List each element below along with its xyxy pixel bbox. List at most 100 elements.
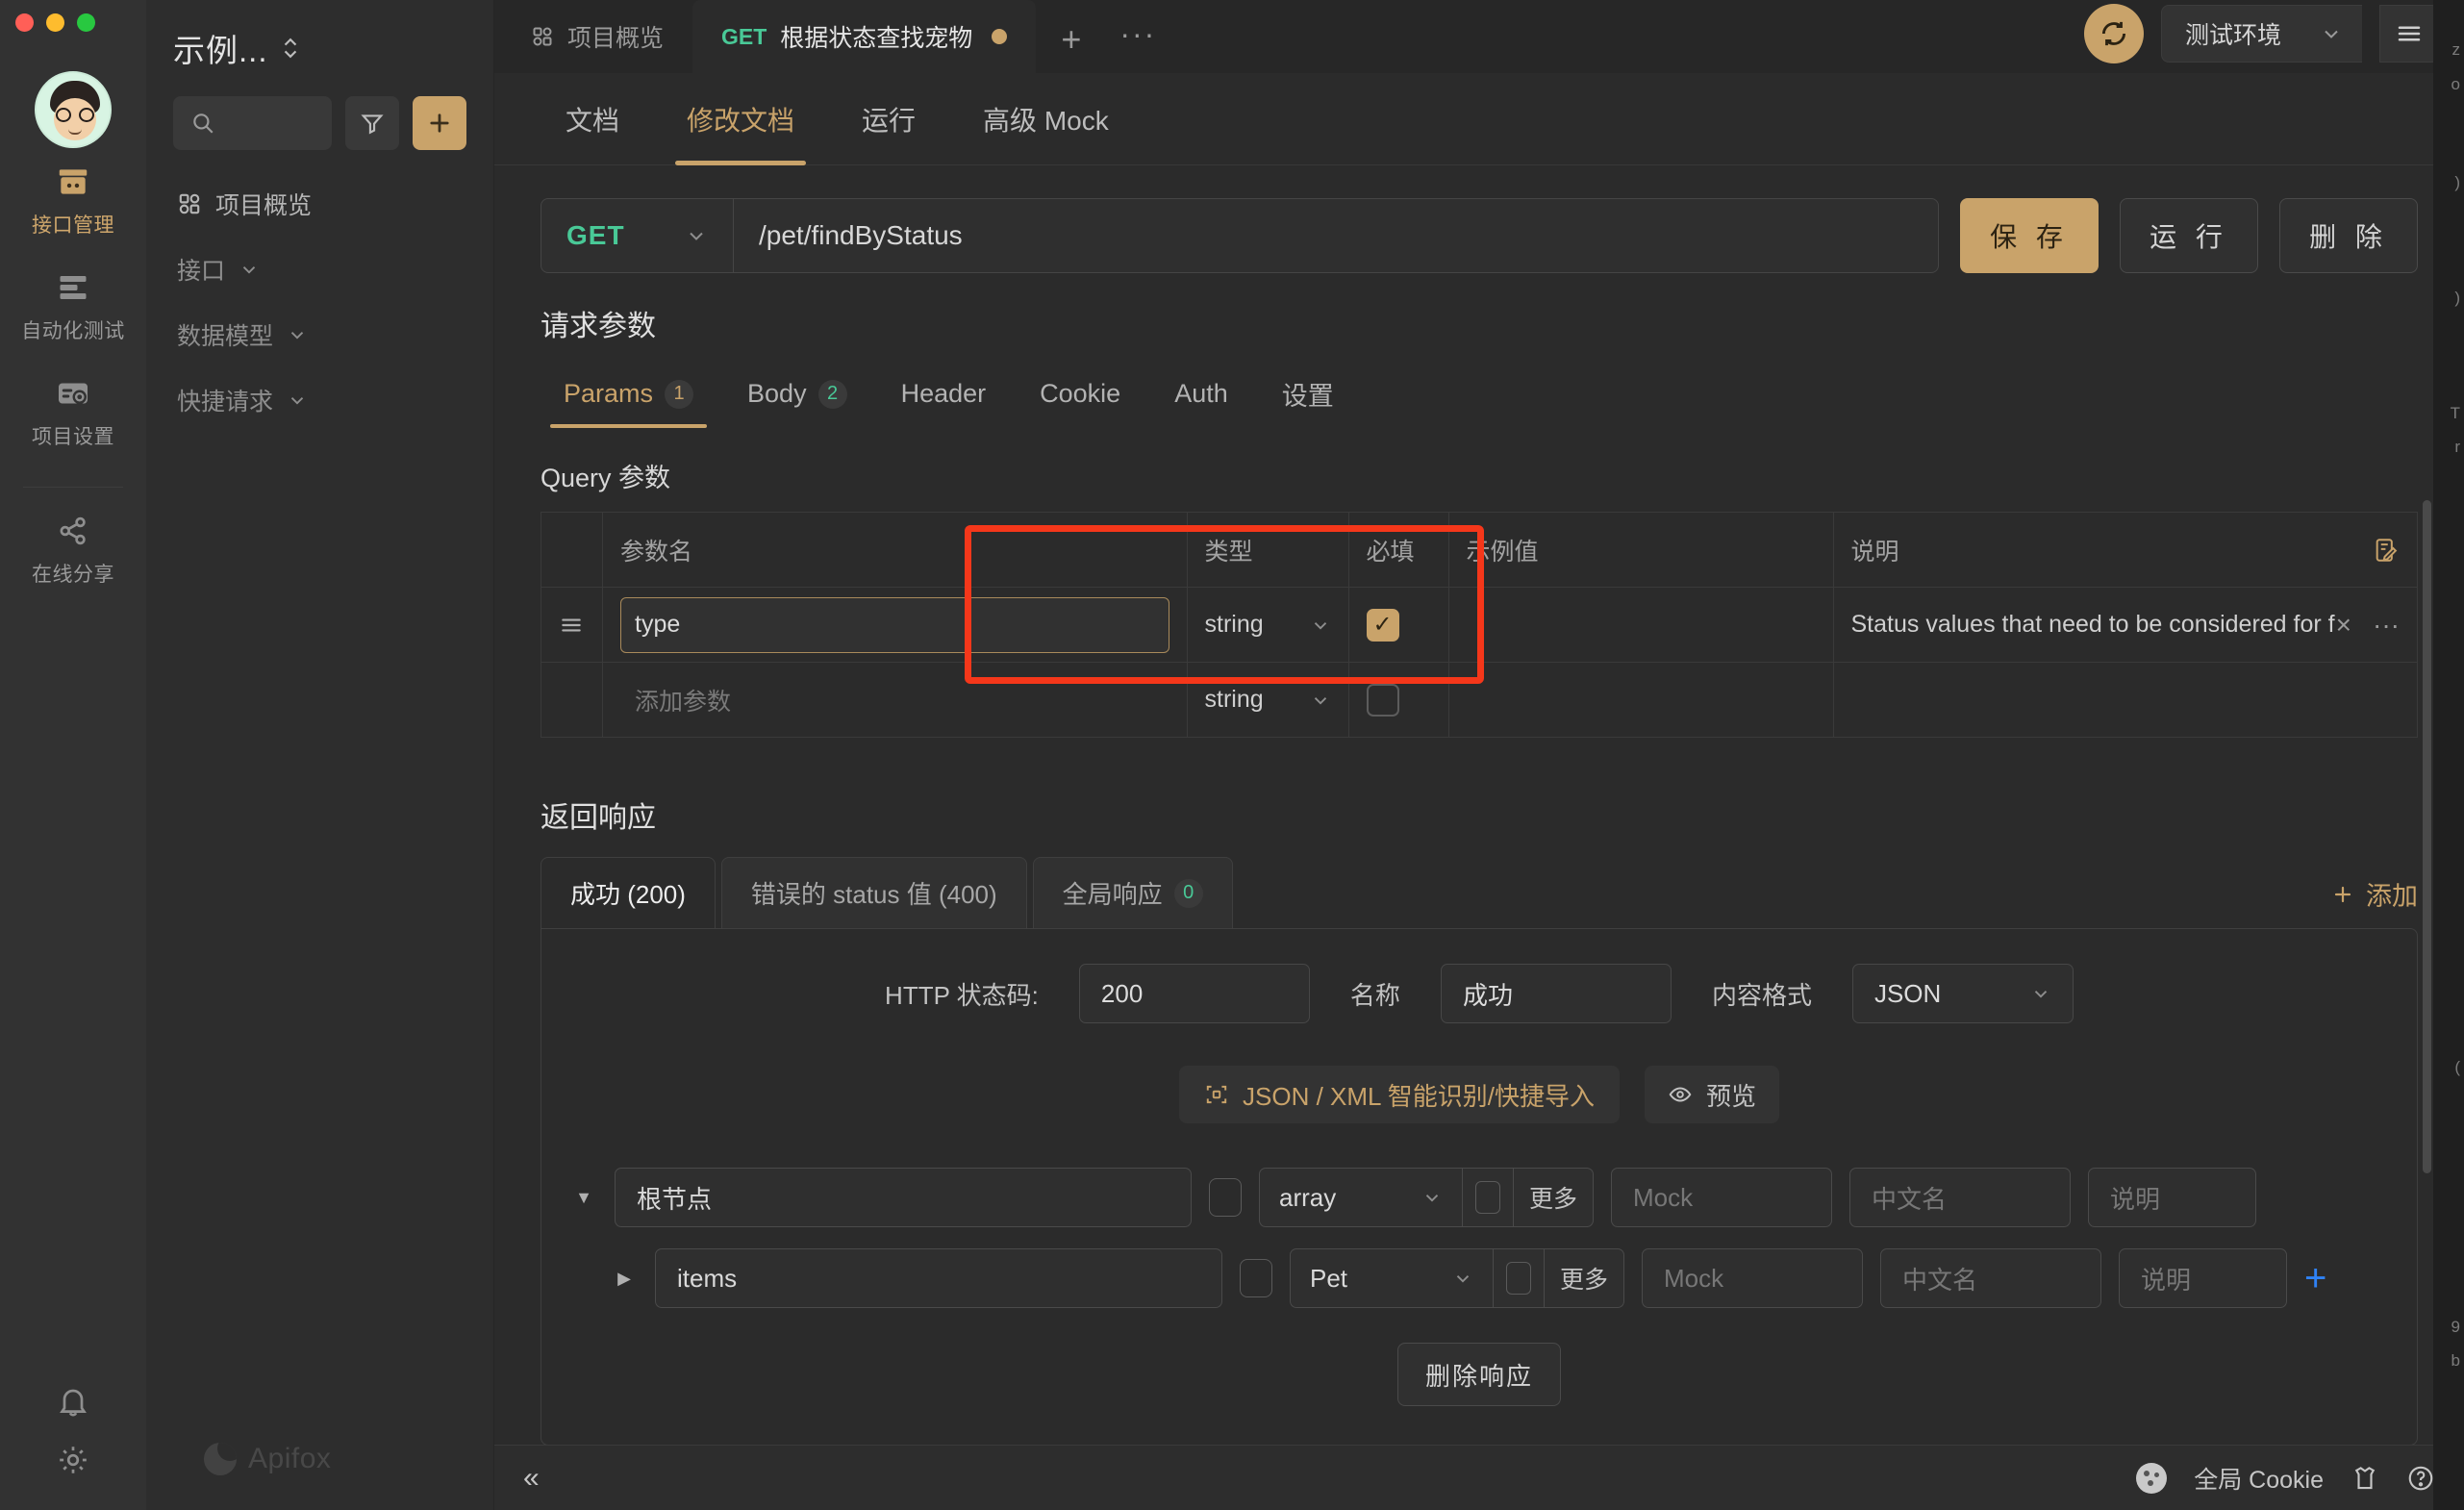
rail-item-project-settings[interactable]: 项目设置: [0, 360, 146, 466]
schema-name-input[interactable]: items: [655, 1248, 1222, 1308]
filter-button[interactable]: [345, 96, 399, 150]
path-input[interactable]: /pet/findByStatus: [734, 220, 1938, 251]
schema-nullable-checkbox[interactable]: [1463, 1169, 1513, 1226]
close-window-button[interactable]: [15, 13, 34, 32]
avatar[interactable]: [35, 71, 112, 148]
gear-icon[interactable]: [56, 1443, 90, 1477]
tab-overflow-button[interactable]: ···: [1106, 16, 1169, 73]
add-button[interactable]: [413, 96, 466, 150]
schema-mock-input[interactable]: Mock: [1611, 1168, 1833, 1227]
table-row[interactable]: type string ✓ Status values that need to…: [541, 587, 2418, 663]
url-field[interactable]: GET /pet/findByStatus: [541, 198, 1939, 273]
tab-edit-document[interactable]: 修改文档: [662, 73, 819, 165]
row-more-button[interactable]: ···: [2373, 610, 2400, 641]
collapse-caret-icon[interactable]: ▶: [611, 1269, 638, 1289]
tab-body[interactable]: Body 2: [724, 362, 870, 428]
add-schema-field-button[interactable]: +: [2304, 1259, 2326, 1297]
schema-cn-name-input[interactable]: 中文名: [1849, 1168, 2072, 1227]
schema-description-input[interactable]: 说明: [2088, 1168, 2257, 1227]
save-button[interactable]: 保 存: [1960, 198, 2099, 273]
table-row[interactable]: 添加参数 string: [541, 662, 2418, 738]
preview-button[interactable]: 预览: [1644, 1066, 1779, 1123]
chevron-down-icon: [1452, 1268, 1473, 1289]
expand-caret-icon[interactable]: ▼: [570, 1188, 597, 1208]
required-checkbox[interactable]: [1366, 683, 1399, 717]
tab-cookie[interactable]: Cookie: [1017, 362, 1144, 428]
status-code-input[interactable]: 200: [1078, 964, 1310, 1023]
maximize-window-button[interactable]: [77, 13, 95, 32]
rail-item-online-share[interactable]: 在线分享: [0, 497, 146, 603]
schema-more-button[interactable]: 更多: [1513, 1169, 1593, 1226]
response-tab-invalid-status-400[interactable]: 错误的 status 值 (400): [720, 857, 1027, 928]
add-response-button[interactable]: 添加: [2331, 875, 2418, 928]
bulk-edit-icon[interactable]: [2373, 537, 2400, 564]
param-name-cell[interactable]: type: [602, 587, 1188, 663]
param-name-cell[interactable]: 添加参数: [602, 662, 1188, 738]
rail-item-api-management[interactable]: 接口管理: [0, 148, 146, 254]
param-name-input[interactable]: 添加参数: [620, 672, 1169, 728]
global-cookie-label[interactable]: 全局 Cookie: [2194, 1461, 2324, 1496]
sidebar-group-data-models[interactable]: 数据模型: [169, 302, 470, 367]
schema-type-select[interactable]: Pet: [1291, 1249, 1493, 1307]
tab-find-pets-by-status[interactable]: GET 根据状态查找宠物: [692, 0, 1037, 73]
param-description-cell[interactable]: Status values that need to be considered…: [1832, 587, 2418, 663]
sidebar-group-quick-request[interactable]: 快捷请求: [169, 367, 470, 433]
project-selector[interactable]: 示例...: [146, 0, 493, 77]
tab-project-overview[interactable]: 项目概览: [502, 0, 692, 73]
row-drag-handle[interactable]: [541, 587, 603, 663]
param-type-cell[interactable]: string: [1186, 662, 1349, 738]
schema-type-select[interactable]: array: [1260, 1169, 1462, 1226]
tabbar-right-controls: 测试环境: [2059, 4, 2464, 73]
environment-selector[interactable]: 测试环境: [2160, 5, 2362, 63]
vertical-scrollbar[interactable]: [2423, 500, 2431, 1173]
param-description-cell[interactable]: [1832, 662, 2418, 738]
schema-name-input[interactable]: 根节点: [615, 1168, 1192, 1227]
hamburger-icon[interactable]: [2379, 5, 2439, 63]
schema-more-button[interactable]: 更多: [1544, 1249, 1623, 1307]
response-tab-success-200[interactable]: 成功 (200): [541, 857, 716, 928]
rail-item-automation-test[interactable]: 自动化测试: [0, 254, 146, 360]
minimize-window-button[interactable]: [46, 13, 64, 32]
param-name-input[interactable]: type: [620, 596, 1169, 653]
json-xml-import-button[interactable]: JSON / XML 智能识别/快捷导入: [1179, 1066, 1620, 1123]
new-tab-button[interactable]: +: [1036, 19, 1106, 73]
shirt-icon[interactable]: [2351, 1464, 2379, 1493]
schema-nullable-checkbox[interactable]: [1494, 1249, 1544, 1307]
param-required-cell[interactable]: [1347, 662, 1449, 738]
remove-row-button[interactable]: ×: [2336, 610, 2351, 641]
tab-advanced-mock[interactable]: 高级 Mock: [958, 73, 1134, 165]
preview-label: 预览: [1705, 1081, 1756, 1111]
param-type-cell[interactable]: string: [1186, 587, 1349, 663]
delete-response-button[interactable]: 删除响应: [1397, 1343, 1561, 1406]
required-checkbox[interactable]: ✓: [1366, 608, 1399, 642]
collapse-left-icon[interactable]: «: [523, 1462, 540, 1495]
tab-settings[interactable]: 设置: [1259, 358, 1357, 432]
search-input[interactable]: [173, 96, 332, 150]
sidebar-item-project-overview[interactable]: 项目概览: [169, 171, 470, 237]
schema-required-checkbox[interactable]: [1209, 1178, 1242, 1217]
param-example-cell[interactable]: [1447, 587, 1834, 663]
bell-icon[interactable]: [56, 1385, 90, 1420]
delete-button[interactable]: 删 除: [2279, 198, 2418, 273]
tab-params[interactable]: Params 1: [541, 362, 717, 428]
run-button[interactable]: 运 行: [2120, 198, 2258, 273]
schema-mock-input[interactable]: Mock: [1642, 1248, 1864, 1308]
tab-run[interactable]: 运行: [837, 73, 941, 165]
help-circle-icon[interactable]: [2406, 1464, 2435, 1493]
background-window-edge: z o ) ) T r ( 9 b: [2433, 0, 2464, 1510]
param-example-cell[interactable]: [1447, 662, 1834, 738]
tab-document[interactable]: 文档: [541, 73, 644, 165]
schema-cn-name-input[interactable]: 中文名: [1880, 1248, 2102, 1308]
tab-auth[interactable]: Auth: [1151, 362, 1251, 428]
param-required-cell[interactable]: ✓: [1347, 587, 1449, 663]
chevron-down-icon: [685, 224, 708, 247]
response-name-input[interactable]: 成功: [1440, 964, 1672, 1023]
schema-description-input[interactable]: 说明: [2119, 1248, 2288, 1308]
method-select[interactable]: GET: [541, 199, 734, 272]
tab-header[interactable]: Header: [878, 362, 1010, 428]
content-format-select[interactable]: JSON: [1851, 964, 2074, 1023]
response-tab-global[interactable]: 全局响应 0: [1032, 857, 1233, 928]
sync-icon[interactable]: [2083, 4, 2144, 63]
schema-required-checkbox[interactable]: [1240, 1259, 1272, 1297]
sidebar-group-interfaces[interactable]: 接口: [169, 237, 470, 302]
